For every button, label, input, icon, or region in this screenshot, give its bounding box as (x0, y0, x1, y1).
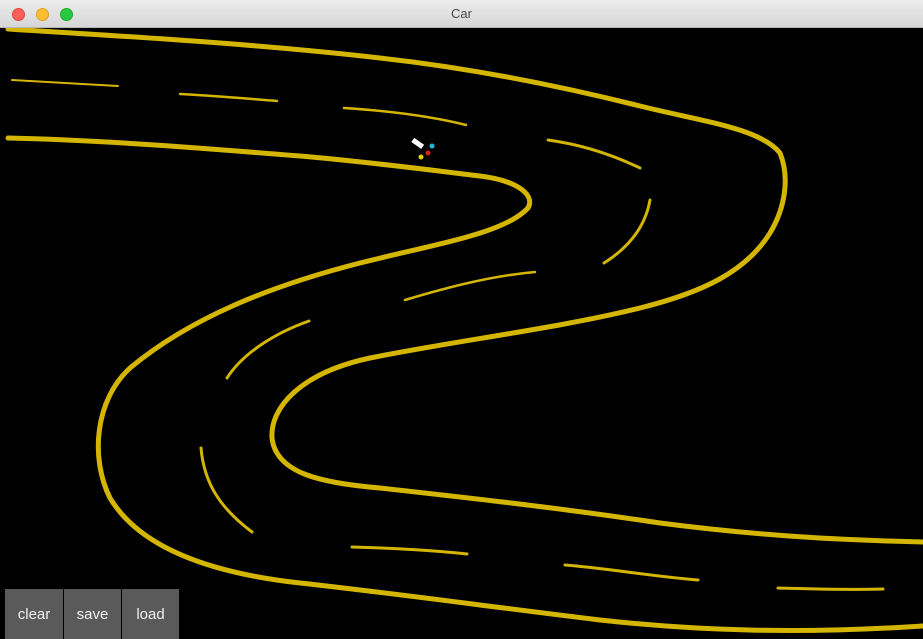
drawing-canvas[interactable] (0, 28, 923, 639)
lane-dash (199, 446, 254, 534)
save-button[interactable]: save (64, 589, 121, 639)
clear-button[interactable]: clear (5, 589, 63, 639)
window-title: Car (451, 6, 472, 21)
lane-dash (350, 545, 469, 556)
sensor-left (429, 143, 435, 149)
lane-dash (546, 138, 642, 170)
road-boundary-inner (5, 135, 923, 634)
app-window: Car clear save load (0, 0, 923, 639)
lane-dash (342, 106, 468, 127)
lane-dash (403, 270, 537, 302)
lane-dash (602, 198, 652, 265)
toolbar: clear save load (5, 589, 179, 639)
title-bar: Car (0, 0, 923, 28)
lane-dash (11, 79, 119, 87)
load-button[interactable]: load (122, 589, 179, 639)
sensor-center (425, 150, 431, 156)
lane-dash (178, 92, 279, 103)
road-drawing (5, 28, 923, 634)
car (411, 137, 425, 149)
lane-dash (563, 563, 700, 582)
road-boundary-outer (5, 28, 923, 545)
lane-dash (776, 586, 885, 591)
sensor-right (418, 154, 424, 160)
lane-dash (225, 319, 311, 380)
